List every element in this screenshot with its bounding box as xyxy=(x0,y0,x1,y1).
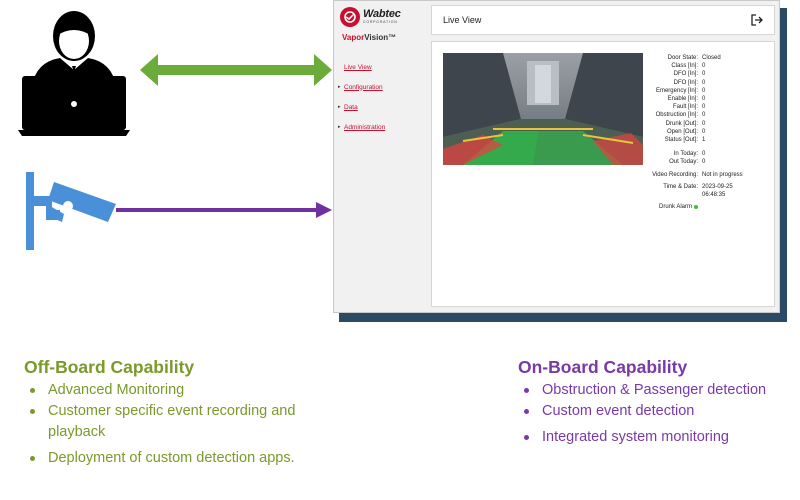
logout-icon[interactable] xyxy=(750,13,764,27)
page-header: Live View xyxy=(431,5,775,35)
drunk-alarm-row: Drunk Alarm xyxy=(644,203,772,211)
offboard-capability: Off-Board Capability Advanced Monitoring… xyxy=(24,357,344,469)
brand-name: Wabtec xyxy=(363,8,401,20)
brand-subtitle: CORPORATION xyxy=(363,20,398,24)
list-item: Obstruction & Passenger detection xyxy=(518,380,798,401)
live-view-panel: Door State: Closed Class [In]: 0 DFO [In]:… xyxy=(431,41,775,307)
status-row: Enable [In]: 0 xyxy=(667,96,706,103)
status-row: Open [Out]: 0 xyxy=(666,128,706,135)
sidebar-item-live-view[interactable]: Live View xyxy=(338,57,385,77)
sidebar-item-label[interactable]: Live View xyxy=(344,64,372,71)
time-row: 06:48:35 xyxy=(702,192,726,199)
wabtec-logo-icon xyxy=(340,7,360,27)
onboard-capability: On-Board Capability Obstruction & Passen… xyxy=(518,357,798,448)
app-window: Wabtec CORPORATION VaporVision™ Live Vie… xyxy=(333,0,780,313)
time-date-row: Time & Date: 2023-09-25 xyxy=(663,183,733,190)
onboard-title: On-Board Capability xyxy=(518,357,688,377)
count-row: In Today: 0 xyxy=(673,151,706,158)
status-row: Fault [In]: 0 xyxy=(672,104,706,111)
product-name-suffix: Vision™ xyxy=(364,33,397,42)
count-row: Out Today: 0 xyxy=(669,159,706,166)
status-row: Drunk [Out]: 0 xyxy=(665,120,706,127)
list-item: Advanced Monitoring xyxy=(24,380,344,401)
product-name-prefix: Vapor xyxy=(342,33,365,42)
list-item: Custom event detection xyxy=(518,401,798,422)
security-camera-icon xyxy=(26,172,116,250)
live-video-feed[interactable] xyxy=(443,53,643,165)
list-item: Integrated system monitoring xyxy=(518,427,798,448)
list-item: Deployment of custom detection apps. xyxy=(24,448,344,469)
status-row: DFO [In]: 0 xyxy=(673,71,706,78)
status-row: DFO [In]: 0 xyxy=(673,79,706,86)
sidebar-item-label[interactable]: Administration xyxy=(344,124,385,131)
video-recording-row: Video Recording: Not in progress xyxy=(652,171,743,178)
sidebar-item-label[interactable]: Data xyxy=(344,104,358,111)
sidebar-item-data[interactable]: ▸ Data xyxy=(338,97,385,117)
one-way-arrow-icon xyxy=(116,202,332,218)
status-row: Emergency [In]: 0 xyxy=(655,87,706,94)
status-row: Class [In]: 0 xyxy=(671,63,706,70)
status-row: Obstruction [In]: 0 xyxy=(655,112,706,119)
status-row: Door State: Closed xyxy=(667,55,721,61)
offboard-list: Advanced Monitoring Customer specific ev… xyxy=(24,380,344,469)
onboard-list: Obstruction & Passenger detection Custom… xyxy=(518,380,798,448)
person-at-laptop-icon xyxy=(18,11,130,136)
status-indicator-dot xyxy=(694,204,698,209)
sidebar-item-configuration[interactable]: ▸ Configuration xyxy=(338,77,385,97)
page-title: Live View xyxy=(443,15,482,25)
sidebar-item-administration[interactable]: ▸ Administration xyxy=(338,117,385,137)
offboard-title: Off-Board Capability xyxy=(24,357,195,377)
status-row: Status [Out]: 1 xyxy=(664,137,706,144)
list-item: Customer specific event recording and pla… xyxy=(24,401,344,443)
sidebar: Wabtec CORPORATION VaporVision™ Live Vie… xyxy=(334,1,424,312)
brand-logo: Wabtec CORPORATION xyxy=(340,7,401,27)
sidebar-item-label[interactable]: Configuration xyxy=(344,84,383,91)
product-name: VaporVision™ xyxy=(342,33,396,42)
status-panel: Door State: Closed Class [In]: 0 DFO [In]:… xyxy=(644,54,772,211)
sidebar-nav: Live View ▸ Configuration ▸ Data ▸ Administ… xyxy=(338,57,385,137)
bidirectional-arrow-icon xyxy=(140,54,332,86)
